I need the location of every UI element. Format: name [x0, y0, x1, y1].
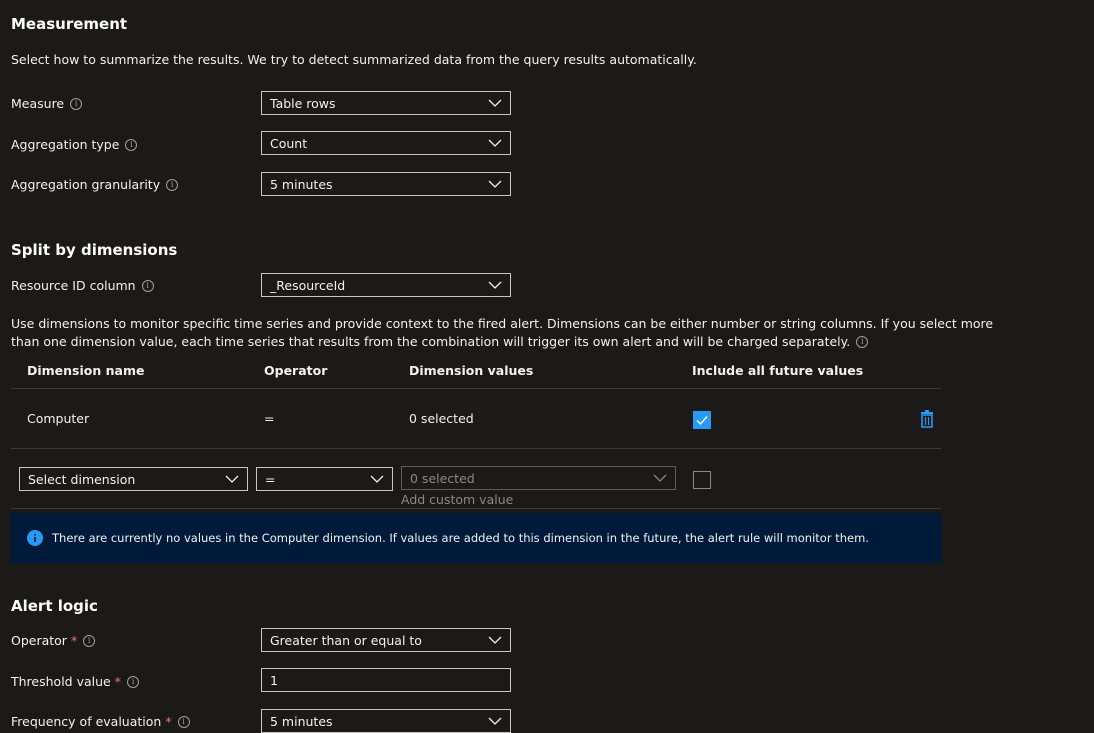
column-header-include-future: Include all future values	[692, 363, 864, 378]
operator-cell: =	[264, 411, 275, 426]
select-dimension-dropdown[interactable]: Select dimension	[19, 467, 248, 491]
divider	[11, 508, 941, 509]
required-asterisk: *	[70, 633, 78, 648]
alert-logic-heading: Alert logic	[11, 597, 98, 615]
threshold-input[interactable]: 1	[261, 668, 511, 692]
info-icon[interactable]: i	[70, 97, 83, 110]
aggregation-granularity-label: Aggregation granularity i	[11, 177, 179, 192]
measurement-heading: Measurement	[11, 15, 128, 33]
add-custom-value-link[interactable]: Add custom value	[401, 492, 513, 507]
divider	[11, 448, 941, 449]
required-asterisk: *	[165, 714, 172, 729]
info-icon[interactable]: i	[83, 634, 96, 647]
measure-label: Measure i	[11, 96, 83, 111]
measure-dropdown[interactable]: Table rows	[261, 91, 511, 115]
aggregation-type-dropdown[interactable]: Count	[261, 131, 511, 155]
delete-row-button[interactable]	[919, 410, 935, 431]
split-description-line2: than one dimension value, each time seri…	[11, 334, 869, 349]
include-future-checkbox-new[interactable]	[693, 471, 711, 489]
trash-icon	[921, 410, 933, 428]
info-circle-icon	[27, 530, 43, 546]
chevron-down-icon	[488, 636, 502, 644]
aggregation-type-label: Aggregation type i	[11, 137, 138, 152]
chevron-down-icon	[488, 180, 502, 188]
info-icon[interactable]: i	[125, 138, 138, 151]
divider	[11, 388, 941, 389]
alert-operator-label: Operator * i	[11, 633, 96, 648]
info-icon[interactable]: i	[126, 675, 139, 688]
resource-id-dropdown[interactable]: _ResourceId	[261, 273, 511, 297]
chevron-down-icon	[653, 474, 667, 482]
info-icon[interactable]: i	[141, 279, 154, 292]
checkmark-icon	[696, 416, 708, 426]
info-banner: There are currently no values in the Com…	[11, 513, 941, 563]
info-icon[interactable]: i	[177, 715, 190, 728]
info-banner-text: There are currently no values in the Com…	[52, 531, 869, 545]
info-icon[interactable]: i	[856, 335, 869, 348]
column-header-dimension-values: Dimension values	[409, 363, 534, 378]
threshold-label: Threshold value * i	[11, 674, 139, 689]
chevron-down-icon	[370, 475, 384, 483]
dimension-values-dropdown[interactable]: 0 selected	[401, 466, 676, 490]
chevron-down-icon	[488, 281, 502, 289]
measurement-description: Select how to summarize the results. We …	[11, 52, 697, 67]
frequency-label: Frequency of evaluation * i	[11, 714, 190, 729]
dimension-name-cell: Computer	[27, 411, 90, 426]
required-asterisk: *	[114, 674, 121, 689]
operator-dropdown[interactable]: =	[256, 467, 393, 491]
column-header-dimension-name: Dimension name	[27, 363, 145, 378]
resource-id-label: Resource ID column i	[11, 278, 154, 293]
chevron-down-icon	[488, 139, 502, 147]
info-icon[interactable]: i	[166, 178, 179, 191]
chevron-down-icon	[488, 99, 502, 107]
dimension-values-cell: 0 selected	[409, 411, 474, 426]
column-header-operator: Operator	[264, 363, 328, 378]
frequency-dropdown[interactable]: 5 minutes	[261, 709, 511, 733]
include-future-checkbox[interactable]	[693, 411, 711, 429]
chevron-down-icon	[488, 717, 502, 725]
split-description-line1: Use dimensions to monitor specific time …	[11, 316, 994, 331]
aggregation-granularity-dropdown[interactable]: 5 minutes	[261, 172, 511, 196]
alert-operator-dropdown[interactable]: Greater than or equal to	[261, 628, 511, 652]
split-heading: Split by dimensions	[11, 241, 178, 259]
chevron-down-icon	[225, 475, 239, 483]
